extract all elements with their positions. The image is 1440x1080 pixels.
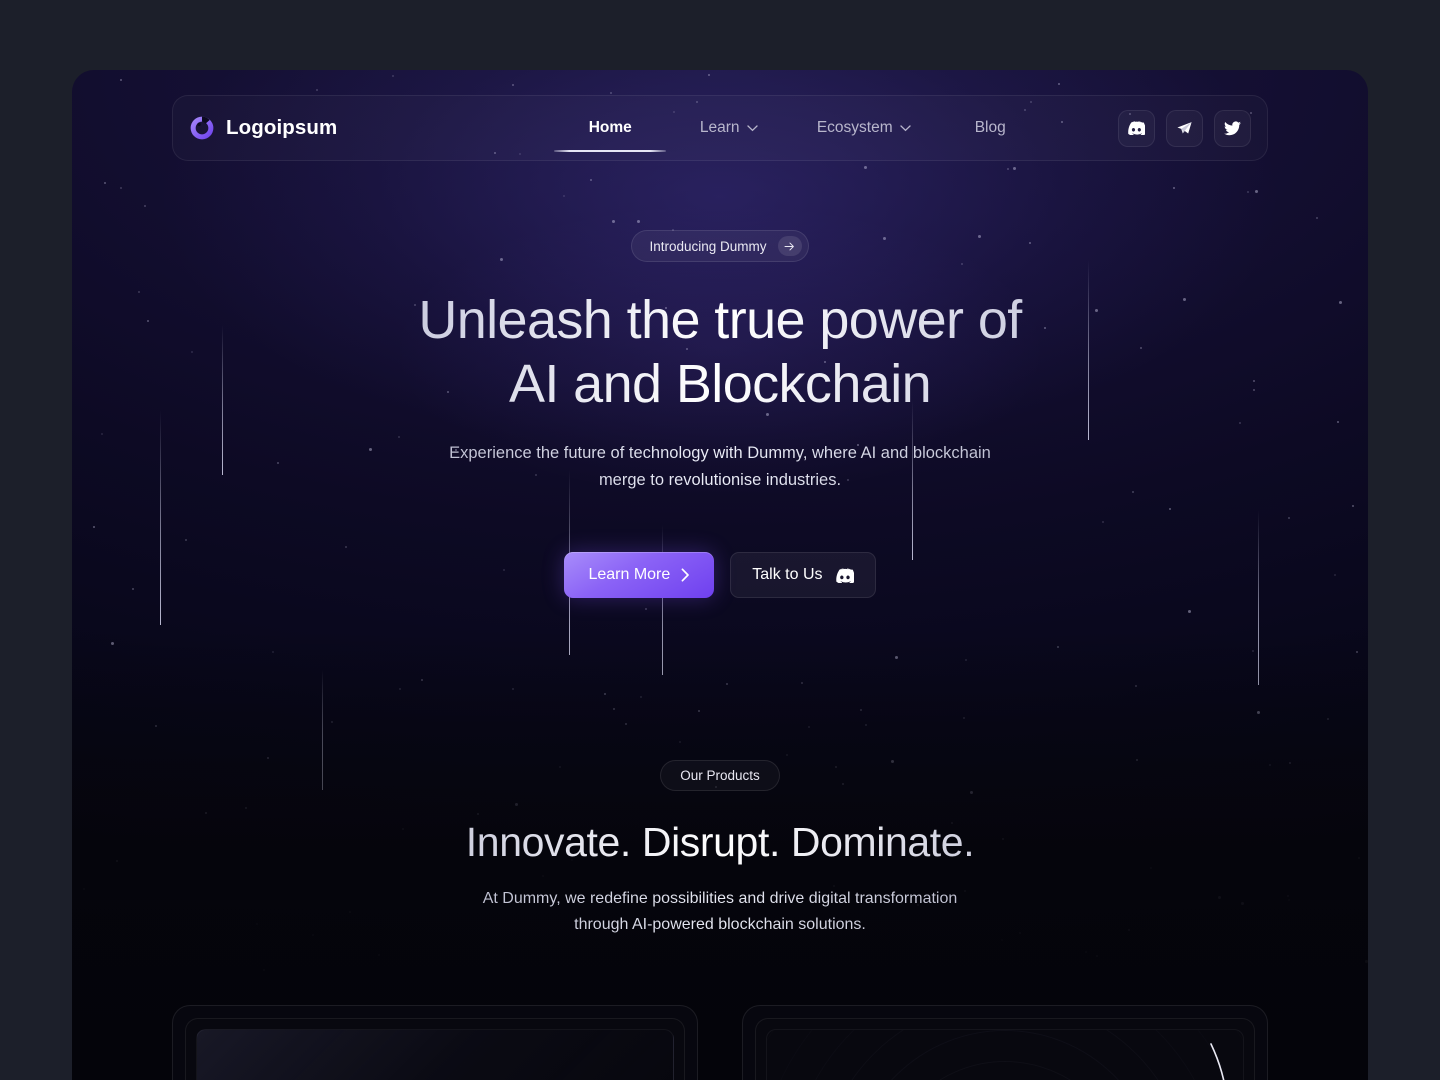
social-links (1117, 109, 1251, 147)
chevron-down-icon (899, 124, 911, 131)
discord-icon (835, 568, 854, 583)
chevron-down-icon (746, 124, 758, 131)
products-section: Our Products Innovate. Disrupt. Dominate… (72, 760, 1368, 938)
hero-title: Unleash the true power of AI and Blockch… (72, 288, 1368, 416)
learn-more-label: Learn More (588, 566, 671, 583)
products-title: Innovate. Disrupt. Dominate. (72, 819, 1368, 866)
card-frame-inner (766, 1029, 1244, 1080)
social-twitter-button[interactable] (1213, 109, 1251, 147)
nav-item-learn[interactable]: Learn (666, 95, 791, 161)
card-frame-outer (185, 1018, 685, 1080)
our-products-badge[interactable]: Our Products (660, 760, 780, 791)
nav-item-learn-label: Learn (699, 119, 740, 136)
page-root: Logoipsum Home Learn Ecosystem Blog Intr… (0, 0, 1440, 1080)
product-card-left[interactable] (172, 1005, 698, 1080)
nav-item-blog-label: Blog (974, 119, 1006, 136)
products-subtitle: At Dummy, we redefine possibilities and … (72, 886, 1368, 938)
brand-logo[interactable]: Logoipsum (189, 115, 337, 141)
product-card-right[interactable] (742, 1005, 1268, 1080)
learn-more-button[interactable]: Learn More (564, 552, 715, 598)
hero-subtitle-line-2: merge to revolutionise industries. (598, 471, 842, 489)
arrow-right-icon (777, 236, 802, 256)
twitter-icon (1223, 121, 1241, 135)
chevron-right-icon (681, 568, 690, 582)
card-frame-inner (196, 1029, 674, 1080)
products-subtitle-line-1: At Dummy, we redefine possibilities and … (482, 890, 958, 907)
talk-to-us-button[interactable]: Talk to Us (730, 552, 876, 598)
nav-item-blog[interactable]: Blog (936, 95, 1044, 161)
our-products-badge-label: Our Products (680, 768, 760, 783)
introducing-badge[interactable]: Introducing Dummy (631, 230, 809, 262)
hero-subtitle-line-1: Experience the future of technology with… (449, 444, 991, 462)
hero-subtitle: Experience the future of technology with… (72, 440, 1368, 494)
logoipsum-logo-icon (190, 116, 214, 140)
brand-name: Logoipsum (226, 116, 338, 139)
social-telegram-button[interactable] (1165, 109, 1203, 147)
navbar: Logoipsum Home Learn Ecosystem Blog (172, 95, 1268, 161)
hero-title-line-2: AI and Blockchain (508, 354, 932, 414)
hero-section: Introducing Dummy Unleash the true power… (72, 230, 1368, 598)
nav-item-home[interactable]: Home (554, 95, 667, 161)
social-discord-button[interactable] (1117, 109, 1155, 147)
card-frame-outer (755, 1018, 1255, 1080)
products-subtitle-line-2: through AI-powered blockchain solutions. (574, 916, 866, 933)
discord-icon (1128, 121, 1146, 135)
nav-item-ecosystem-label: Ecosystem (816, 119, 893, 136)
introducing-badge-label: Introducing Dummy (649, 238, 767, 254)
comet-arc-icon (1210, 1043, 1225, 1080)
telegram-icon (1177, 121, 1192, 134)
hero-title-line-1: Unleash the true power of (418, 290, 1022, 350)
talk-to-us-label: Talk to Us (752, 566, 823, 583)
hero-cta-row: Learn More Talk to Us (72, 552, 1368, 598)
product-cards-row (72, 1005, 1368, 1080)
app-panel: Logoipsum Home Learn Ecosystem Blog Intr… (72, 70, 1368, 1080)
nav-links: Home Learn Ecosystem Blog (374, 95, 1044, 161)
nav-item-home-label: Home (588, 119, 632, 136)
nav-item-ecosystem[interactable]: Ecosystem (791, 95, 936, 161)
